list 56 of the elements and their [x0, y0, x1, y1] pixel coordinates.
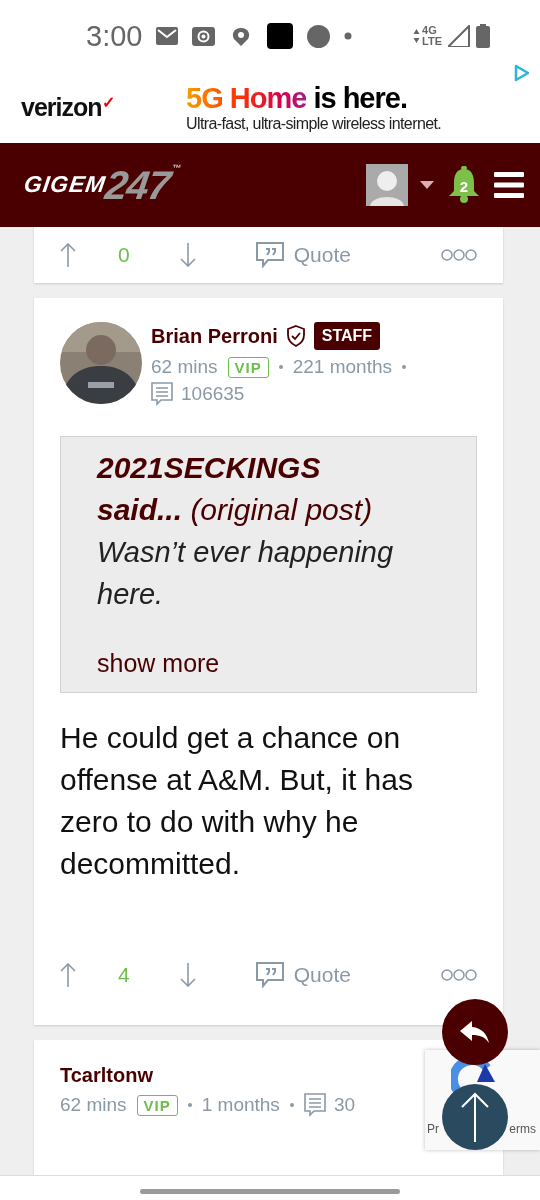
separator-dot [278, 365, 283, 369]
vote-count: 4 [118, 963, 130, 987]
circle-icon [307, 24, 331, 48]
avatar-icon[interactable] [366, 164, 408, 206]
author-name[interactable]: Brian Perroni [151, 324, 278, 348]
downvote-icon[interactable] [179, 963, 196, 987]
ad-headline[interactable]: 5G Home is here. [186, 82, 442, 115]
show-more-link[interactable]: show more [97, 649, 220, 678]
quote-icon [255, 242, 284, 268]
upvote-icon[interactable] [60, 963, 76, 987]
network-type: 4G [422, 25, 438, 36]
quote-attribution: 2021SECKINGS said... (original post) [97, 450, 374, 528]
mail-icon [156, 27, 179, 45]
radio-icon [192, 26, 216, 46]
dot-icon [344, 32, 353, 40]
vote-count: 0 [118, 243, 130, 267]
square-icon [267, 23, 294, 49]
upvote-icon[interactable] [60, 243, 76, 267]
privacy-link[interactable]: Pr [427, 1122, 439, 1136]
separator-dot [289, 1103, 294, 1107]
advertiser-logo[interactable]: verizon✓ [21, 93, 186, 122]
reply-icon [460, 1021, 490, 1043]
shield-check-icon [285, 325, 306, 347]
signal-icon [448, 25, 470, 47]
downvote-icon[interactable] [179, 243, 196, 267]
quote-icon [255, 962, 284, 988]
more-options-icon[interactable] [441, 249, 477, 261]
vip-badge: VIP [227, 356, 269, 378]
menu-icon[interactable] [494, 172, 524, 198]
post-count: 30 [333, 1094, 355, 1116]
ad-subline[interactable]: Ultra-fast, ultra-simple wireless internet. [186, 115, 442, 133]
adchoices-icon[interactable] [512, 64, 530, 82]
battery-icon [476, 24, 490, 48]
member-tenure: 1 months [201, 1094, 280, 1116]
arrow-up-icon [460, 1092, 490, 1142]
post-time: 62 mins [60, 1094, 127, 1116]
clock: 3:00 [86, 19, 143, 53]
data-arrows-icon [413, 28, 421, 44]
author-name[interactable]: Tcarltonw [60, 1064, 153, 1087]
terms-link[interactable]: erms [509, 1122, 536, 1136]
comment-icon [303, 1093, 326, 1117]
staff-badge: STAFF [313, 322, 381, 350]
separator-dot [402, 365, 406, 369]
more-options-icon[interactable] [441, 969, 477, 981]
post-count: 106635 [181, 383, 245, 405]
network-subtype: LTE [422, 36, 442, 47]
post-time: 62 mins [151, 356, 218, 378]
comment-icon [151, 382, 173, 406]
caret-icon[interactable] [420, 181, 434, 189]
post-body: He could get a chance on offense at A&M. But, it has zero to do with why he decommitted. [60, 720, 414, 882]
home-indicator[interactable] [140, 1188, 400, 1194]
vip-badge: VIP [136, 1094, 178, 1116]
quoted-text: Wasn’t ever happening here. [97, 535, 395, 612]
original-post-link[interactable]: (original post) [190, 493, 373, 526]
separator-dot [187, 1103, 192, 1107]
member-tenure: 221 months [292, 356, 392, 378]
